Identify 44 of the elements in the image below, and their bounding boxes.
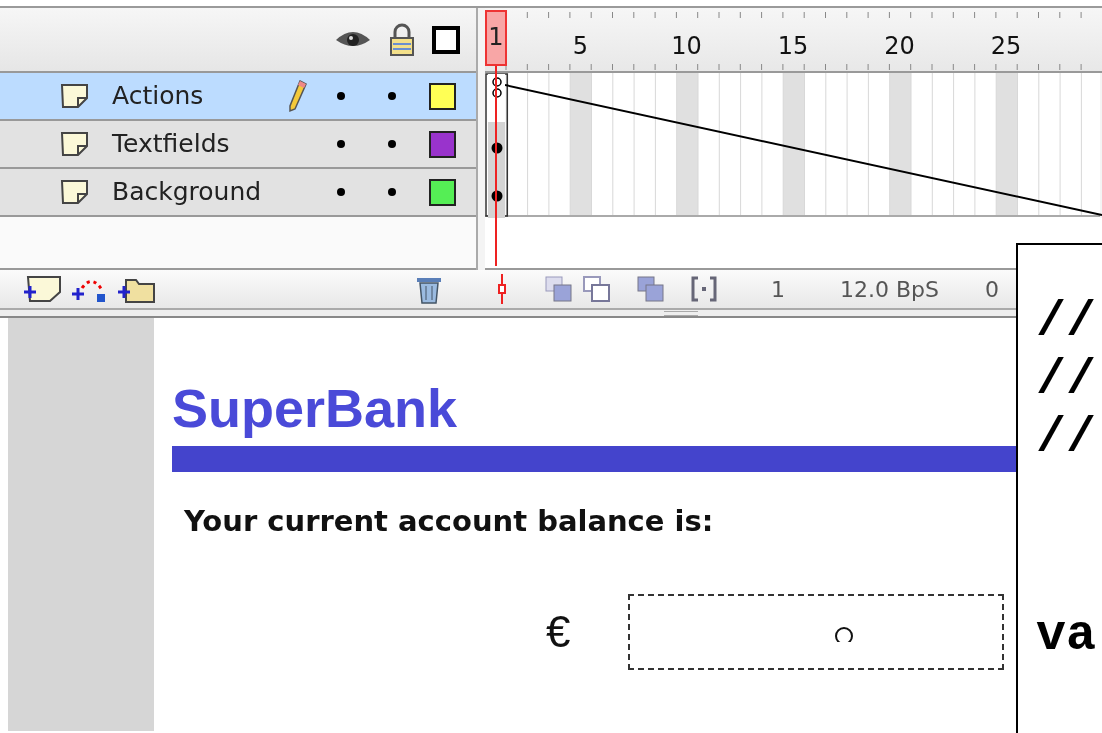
resize-grip-icon[interactable] [664, 311, 698, 316]
layer-name: Actions [112, 80, 205, 113]
frame-number: 15 [777, 31, 809, 62]
layer-color-swatch[interactable] [429, 178, 456, 206]
onion-skin-icon[interactable] [545, 276, 573, 302]
onion-skin-outlines-icon[interactable] [583, 276, 611, 302]
layer-name: Textfields [112, 128, 231, 161]
visibility-dot-icon[interactable] [337, 140, 345, 148]
elapsed-time: 0 [985, 275, 999, 304]
lock-icon[interactable] [388, 22, 416, 57]
visibility-dot-icon[interactable] [337, 92, 345, 100]
bank-title: SuperBank [172, 378, 458, 438]
layer-color-swatch[interactable] [429, 82, 456, 110]
frame-number: 5 [572, 31, 588, 62]
balance-text-field[interactable] [628, 593, 1005, 670]
code-comment: // [1036, 293, 1097, 351]
layer-row[interactable]: Actions [0, 73, 476, 121]
edit-multiple-frames-icon[interactable] [637, 276, 665, 302]
code-line: va [1036, 607, 1097, 665]
add-layer-icon[interactable] [22, 274, 62, 304]
frame-rate: 12.0 BpS [840, 275, 939, 304]
lock-dot-icon[interactable] [388, 92, 396, 100]
layer-name: Background [112, 176, 263, 209]
current-frame-number: 1 [771, 275, 785, 304]
frame-number: 25 [990, 31, 1022, 62]
frame-number: 10 [671, 31, 702, 62]
modify-onion-markers-icon[interactable] [691, 276, 717, 302]
balance-prompt: Your current account balance is: [184, 503, 715, 540]
layer-row[interactable]: Background [0, 169, 476, 217]
lock-dot-icon[interactable] [388, 188, 396, 196]
center-frame-icon[interactable] [497, 274, 507, 304]
playhead-frame-label[interactable]: 1 [485, 10, 507, 66]
code-comment: // [1036, 409, 1097, 467]
layer-row[interactable]: Textfields [0, 121, 476, 169]
currency-symbol: € [546, 605, 571, 658]
layer-color-swatch[interactable] [429, 130, 456, 158]
outline-square-icon[interactable] [432, 25, 460, 54]
code-comment: // [1036, 351, 1097, 409]
layer-page-icon [60, 178, 90, 206]
frame-number: 20 [884, 31, 915, 62]
visibility-dot-icon[interactable] [337, 188, 345, 196]
layer-page-icon [60, 82, 90, 110]
lock-dot-icon[interactable] [388, 140, 396, 148]
layer-page-icon [60, 130, 90, 158]
